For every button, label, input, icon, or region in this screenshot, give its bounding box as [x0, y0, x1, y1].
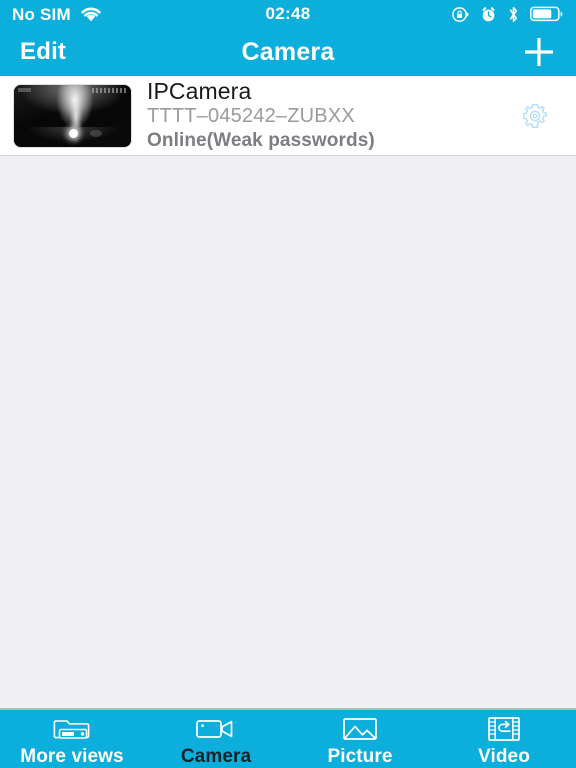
- tab-video[interactable]: Video: [432, 710, 576, 768]
- tab-label: Picture: [327, 745, 393, 767]
- camera-snapshot-thumbnail[interactable]: [14, 84, 131, 147]
- tab-bar: More views Camera Picture Video: [0, 708, 576, 768]
- page-title: Camera: [241, 37, 335, 66]
- app-root: No SIM 02:48 Edit Camera IPCamera TTTT–0…: [0, 0, 576, 768]
- status-bar-right: [451, 5, 564, 24]
- wifi-icon: [80, 6, 102, 23]
- camera-info: IPCamera TTTT–045242–ZUBXX Online(Weak p…: [131, 77, 514, 153]
- alarm-clock-icon: [480, 6, 497, 23]
- camera-name: IPCamera: [147, 77, 252, 104]
- navigation-bar: Edit Camera: [0, 28, 576, 76]
- camera-list: IPCamera TTTT–045242–ZUBXX Online(Weak p…: [0, 76, 576, 156]
- rotation-lock-icon: [451, 5, 470, 24]
- add-camera-button[interactable]: [522, 35, 556, 69]
- thumbnail-osd-overlay: [92, 87, 126, 93]
- film-replay-icon: [486, 714, 522, 744]
- tab-picture[interactable]: Picture: [288, 710, 432, 768]
- camera-settings-button[interactable]: [514, 95, 556, 137]
- tab-label: Camera: [180, 745, 252, 767]
- tab-more-views[interactable]: More views: [0, 710, 144, 768]
- status-bar-left: No SIM: [12, 6, 102, 23]
- tab-label: Video: [478, 745, 530, 767]
- status-bar: No SIM 02:48: [0, 0, 576, 28]
- bluetooth-icon: [507, 5, 520, 24]
- edit-button[interactable]: Edit: [20, 38, 66, 66]
- tab-label: More views: [20, 745, 124, 767]
- list-item[interactable]: IPCamera TTTT–045242–ZUBXX Online(Weak p…: [0, 76, 576, 156]
- thumbnail-light-source: [68, 128, 78, 138]
- gear-icon: [520, 101, 550, 131]
- empty-list-area: [0, 156, 576, 708]
- camera-status: Online(Weak passwords): [147, 130, 375, 152]
- carrier-label: No SIM: [12, 4, 71, 24]
- battery-icon: [530, 6, 564, 22]
- thumbnail-secondary-reflection: [90, 129, 103, 137]
- photo-icon: [341, 714, 379, 744]
- thumbnail-timestamp-overlay: [18, 87, 31, 92]
- camera-uid: TTTT–045242–ZUBXX: [147, 105, 355, 128]
- tab-camera[interactable]: Camera: [144, 710, 288, 768]
- dvr-folder-icon: [52, 714, 92, 744]
- camcorder-icon: [195, 714, 237, 744]
